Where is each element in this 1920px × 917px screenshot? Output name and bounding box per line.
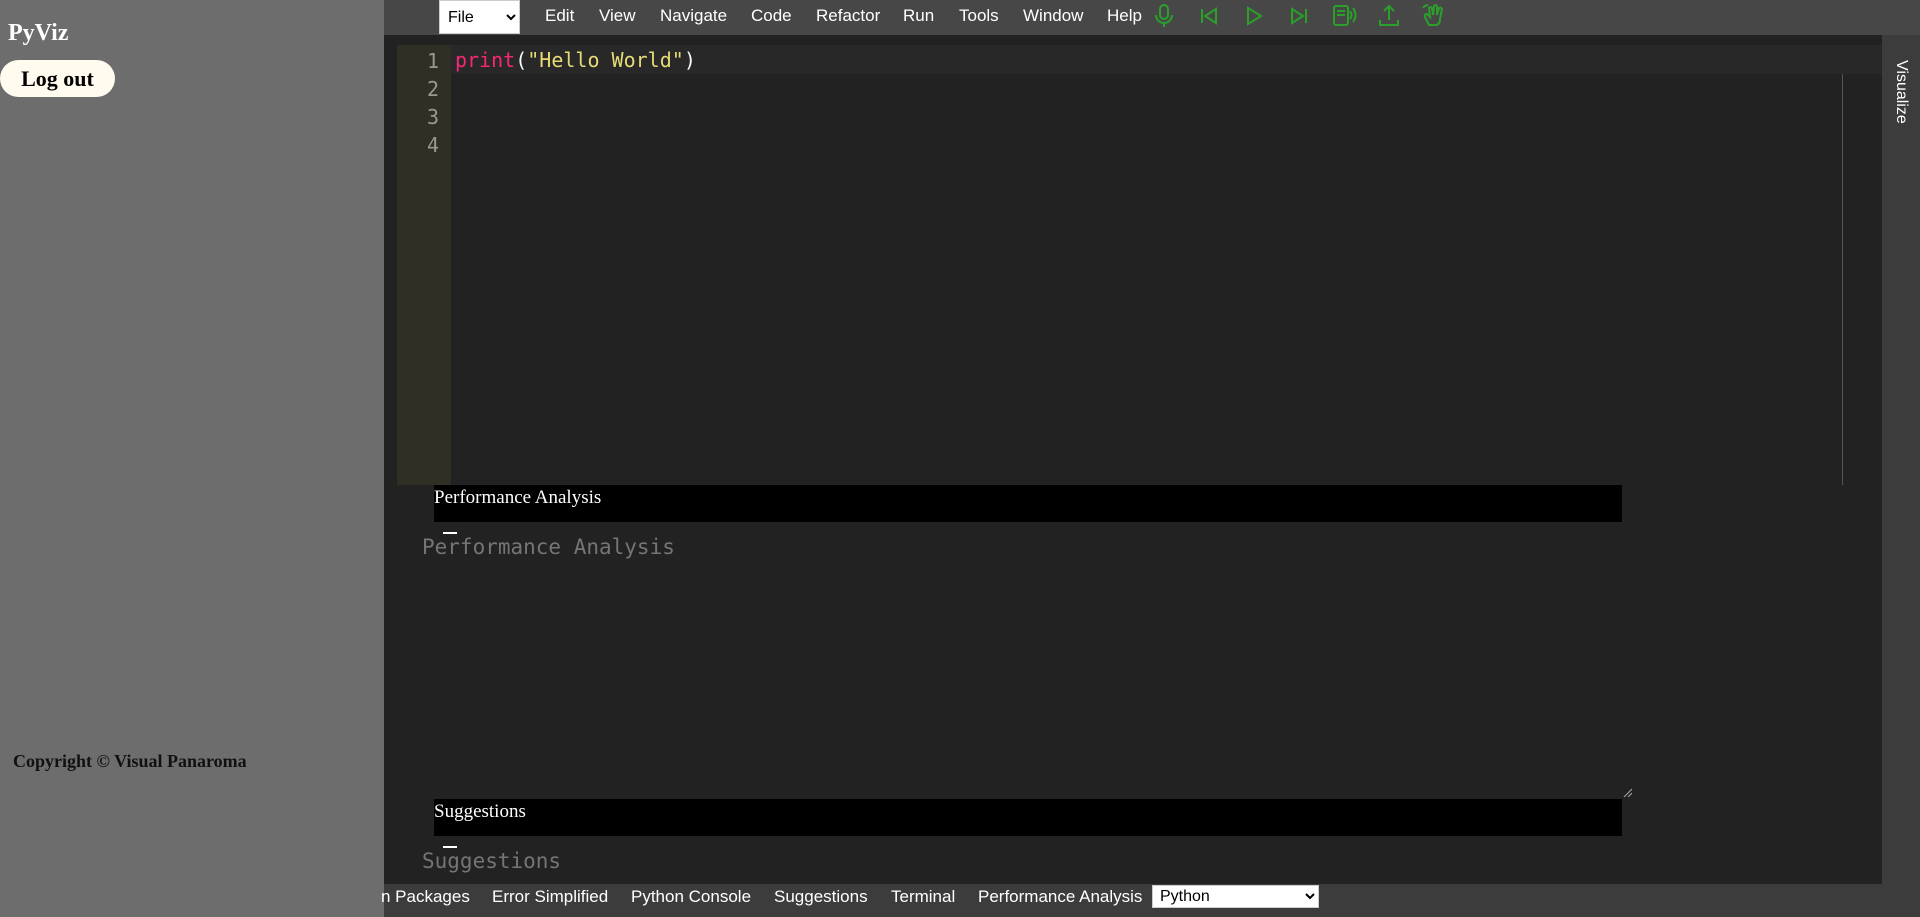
tab-packages[interactable]: n Packages <box>381 887 470 907</box>
tab-terminal[interactable]: Terminal <box>891 887 955 907</box>
line-number: 4 <box>426 133 439 157</box>
menu-navigate[interactable]: Navigate <box>660 6 727 26</box>
brand-title: PyViz <box>8 20 69 46</box>
tab-performance-analysis[interactable]: Performance Analysis <box>978 887 1142 907</box>
code-editor[interactable]: 1 2 3 4 print("Hello World") <box>397 45 1882 485</box>
suggestions-textarea[interactable] <box>420 847 1636 887</box>
line-number: 1 <box>426 49 439 73</box>
copyright-text: Copyright © Visual Panaroma <box>13 751 247 771</box>
line-number: 2 <box>426 77 439 101</box>
code-paren-open: ( <box>515 48 528 72</box>
suggestions-panel-title: Suggestions <box>434 801 526 822</box>
menu-code[interactable]: Code <box>751 6 792 26</box>
code-paren-close: ) <box>683 48 696 72</box>
file-menu-select[interactable]: File <box>439 0 520 34</box>
menu-run[interactable]: Run <box>903 6 934 26</box>
sidebar: PyViz Log out Copyright © Visual Panarom… <box>0 0 384 917</box>
print-margin-line <box>1842 74 1843 485</box>
code-string-token: "Hello World" <box>527 48 684 72</box>
code-line-1[interactable]: print("Hello World") <box>455 48 696 72</box>
menu-view[interactable]: View <box>599 6 636 26</box>
logout-button[interactable]: Log out <box>0 60 115 97</box>
performance-panel-title: Performance Analysis <box>434 487 602 508</box>
microphone-icon[interactable] <box>1150 2 1178 30</box>
suggestions-panel-header: Suggestions <box>434 799 1622 836</box>
code-function-token: print <box>455 48 516 72</box>
menu-edit[interactable]: Edit <box>545 6 574 26</box>
resize-grip-icon[interactable] <box>1622 787 1632 797</box>
upload-icon[interactable] <box>1375 2 1403 30</box>
voice-assist-icon[interactable] <box>1330 2 1358 30</box>
menu-help[interactable]: Help <box>1107 6 1142 26</box>
line-number: 3 <box>426 105 439 129</box>
language-select[interactable]: Python <box>1152 885 1319 908</box>
line-number-gutter: 1 2 3 4 <box>397 45 451 485</box>
tab-python-console[interactable]: Python Console <box>631 887 751 907</box>
performance-panel-header: Performance Analysis <box>434 485 1622 522</box>
visualize-tab[interactable]: Visualize <box>1892 60 1910 124</box>
tab-suggestions[interactable]: Suggestions <box>774 887 868 907</box>
menu-refactor[interactable]: Refactor <box>816 6 880 26</box>
skip-forward-icon[interactable] <box>1285 2 1313 30</box>
right-strip <box>1882 35 1920 917</box>
menu-window[interactable]: Window <box>1023 6 1083 26</box>
skip-back-icon[interactable] <box>1195 2 1223 30</box>
play-icon[interactable] <box>1240 2 1268 30</box>
performance-analysis-textarea[interactable] <box>420 533 1636 801</box>
tab-error-simplified[interactable]: Error Simplified <box>492 887 608 907</box>
gesture-icon[interactable] <box>1420 2 1448 30</box>
menu-tools[interactable]: Tools <box>959 6 999 26</box>
